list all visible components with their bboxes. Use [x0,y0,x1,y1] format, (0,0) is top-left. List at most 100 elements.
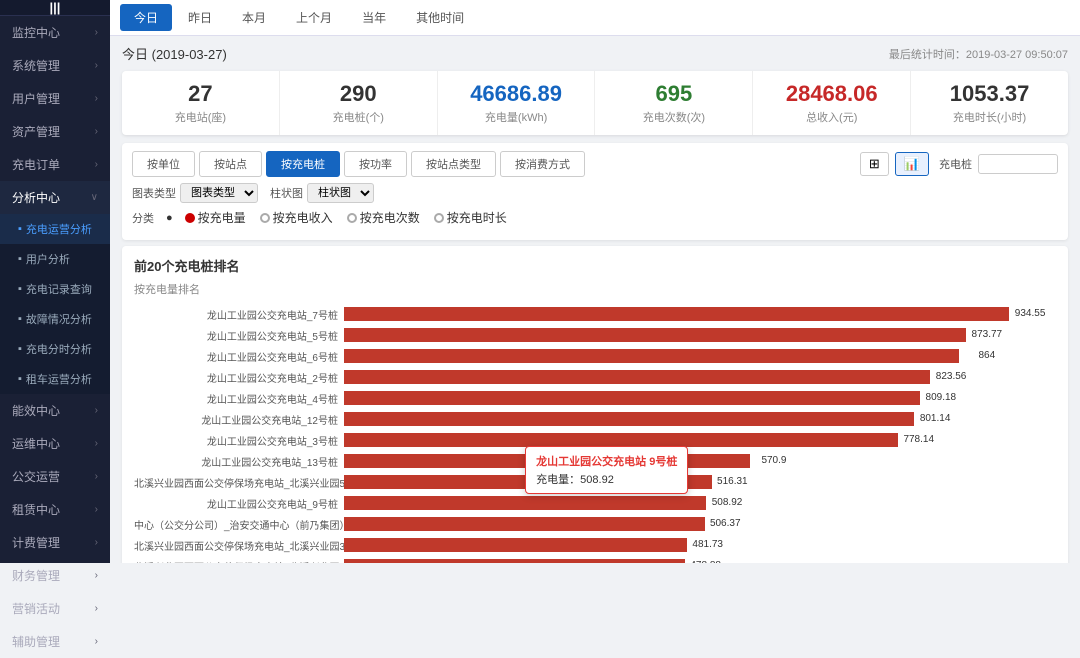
sidebar-item-label: 辅助管理 [12,633,60,650]
bar-row[interactable]: 龙山工业园公交充电站_7号桩934.55 [134,305,1056,323]
sidebar-item-rental[interactable]: 租赁中心 › [0,493,110,526]
sidebar-item-charge-analysis[interactable]: ▪ 充电运营分析 [0,214,110,244]
chevron-right-icon: › [95,636,98,647]
chevron-right-icon: › [95,405,98,416]
bar-label: 龙山工业园公交充电站_6号桩 [134,349,344,364]
radio-charge[interactable]: 按充电量 [185,209,246,226]
sidebar-item-label: 租赁中心 [12,501,60,518]
sub-item-icon: ▪ [18,343,22,355]
sidebar-item-finance[interactable]: 财务管理 › [0,559,110,592]
bar-area: 506.37 [344,517,1056,531]
bar-row[interactable]: 龙山工业园公交充电站_9号桩508.92龙山工业园公交充电站 9号桩充电量：50… [134,494,1056,512]
sidebar-item-marketing[interactable]: 营销活动 › [0,592,110,625]
chart-type-select[interactable]: 图表类型 柱状图 折线图 [180,183,258,203]
filter-rate-btn[interactable]: 按功率 [344,151,407,177]
bar-value-label: 506.37 [710,517,741,531]
sidebar-item-bus[interactable]: 公交运营 › [0,460,110,493]
sidebar-item-car-analysis[interactable]: ▪ 租车运营分析 [0,364,110,394]
sub-item-label: 充电分时分析 [26,341,92,357]
chevron-right-icon: › [95,93,98,104]
filter-right-actions: ⊞ 📊 充电桩 [860,152,1058,176]
bar-area: 570.9 [344,454,1056,468]
sidebar-item-fault-analysis[interactable]: ▪ 故障情况分析 [0,304,110,334]
filter-payment-btn[interactable]: 按消费方式 [500,151,585,177]
stat-duration: 1053.37 充电时长(小时) [911,71,1068,135]
stat-label-duration: 充电时长(小时) [925,109,1054,125]
bar-row[interactable]: 中心（公交分公司）_治安交通中心（前乃集团）2号桩506.37 [134,515,1056,533]
sub-item-icon: ▪ [18,253,22,265]
bar-value-label: 570.9 [761,454,786,468]
bar-label: 北溪兴业园西面公交停保场充电站_北溪兴业园4号桩 [134,559,344,563]
bar-area: 478.88 [344,559,1056,563]
page-title: 今日 (2019-03-27) [122,44,227,63]
bar-row[interactable]: 北溪兴业园西面公交停保场充电站_北溪兴业园4号桩478.88 [134,557,1056,563]
bar-fill: 570.9 [344,454,750,468]
bar-label: 龙山工业园公交充电站_13号桩 [134,454,344,469]
status-select[interactable]: 柱状图 折线图 [307,183,374,203]
table-view-btn[interactable]: ⊞ [860,152,889,176]
stat-label-piles: 充电桩(个) [294,109,423,125]
category-separator: ● [166,212,173,224]
tab-custom[interactable]: 其他时间 [402,4,478,31]
sub-item-icon: ▪ [18,313,22,325]
pile-search-input[interactable] [978,154,1058,174]
stat-label-kwh: 充电量(kWh) [452,109,581,125]
bar-row[interactable]: 北溪兴业园西面公交停保场充电站_北溪兴业园5号桩516.31 [134,473,1056,491]
tab-lastmonth[interactable]: 上个月 [282,4,346,31]
bar-value-label: 864 [978,349,995,363]
sidebar-item-user[interactable]: 用户管理 › [0,82,110,115]
bar-fill: 516.31 [344,475,712,489]
sidebar-item-analysis[interactable]: 分析中心 ∨ [0,181,110,214]
bar-row[interactable]: 龙山工业园公交充电站_4号桩809.18 [134,389,1056,407]
sidebar-item-charge-split[interactable]: ▪ 充电分时分析 [0,334,110,364]
sidebar-item-label: 能效中心 [12,402,60,419]
sidebar-item-auxiliary[interactable]: 辅助管理 › [0,625,110,658]
bar-row[interactable]: 龙山工业园公交充电站_5号桩873.77 [134,326,1056,344]
bar-row[interactable]: 龙山工业园公交充电站_2号桩823.56 [134,368,1056,386]
chevron-right-icon: › [95,471,98,482]
tab-year[interactable]: 当年 [348,4,400,31]
sidebar-item-asset[interactable]: 资产管理 › [0,115,110,148]
filter-unit-btn[interactable]: 按单位 [132,151,195,177]
bar-fill: 506.37 [344,517,705,531]
filter-station-btn[interactable]: 按站点 [199,151,262,177]
radio-income[interactable]: 按充电收入 [260,209,333,226]
bar-row[interactable]: 龙山工业园公交充电站_13号桩570.9 [134,452,1056,470]
chart-type-label: 图表类型 [132,185,176,201]
sidebar-item-user-analysis[interactable]: ▪ 用户分析 [0,244,110,274]
bar-row[interactable]: 龙山工业园公交充电站_6号桩 864 [134,347,1056,365]
bar-view-btn[interactable]: 📊 [895,152,929,176]
bar-value-label: 778.14 [903,433,934,447]
bar-chart-container: 龙山工业园公交充电站_7号桩934.55 龙山工业园公交充电站_5号桩873.77… [134,305,1056,563]
sidebar-item-label: 公交运营 [12,468,60,485]
chevron-right-icon: › [95,570,98,581]
category-label: 分类 [132,210,154,226]
sidebar-item-charge-record[interactable]: ▪ 充电记录查询 [0,274,110,304]
chart-section: 前20个充电桩排名 按充电量排名 龙山工业园公交充电站_7号桩934.55龙山工… [122,246,1068,563]
sidebar-item-energy[interactable]: 能效中心 › [0,394,110,427]
bar-fill: 481.73 [344,538,687,552]
bar-fill: 778.14 [344,433,898,447]
sidebar-item-operation[interactable]: 运维中心 › [0,427,110,460]
bar-row[interactable]: 北溪兴业园西面公交停保场充电站_北溪兴业园3号桩481.73 [134,536,1056,554]
sidebar-item-system[interactable]: 系统管理 › [0,49,110,82]
stat-value-income: 28468.06 [767,81,896,107]
sidebar-item-order[interactable]: 充电订单 › [0,148,110,181]
bar-row[interactable]: 龙山工业园公交充电站_3号桩778.14 [134,431,1056,449]
sidebar-item-billing[interactable]: 计费管理 › [0,526,110,559]
sidebar-item-label: 分析中心 [12,189,60,206]
tab-month[interactable]: 本月 [228,4,280,31]
filter-pile-btn[interactable]: 按充电桩 [266,151,340,177]
tab-yesterday[interactable]: 昨日 [174,4,226,31]
tab-today[interactable]: 今日 [120,4,172,31]
radio-dot-duration [434,213,444,223]
sidebar-item-monitor[interactable]: 监控中心 › [0,16,110,49]
chart-subtitle: 按充电量排名 [134,281,1056,297]
bar-label: 龙山工业园公交充电站_4号桩 [134,391,344,406]
radio-count[interactable]: 按充电次数 [347,209,420,226]
filter-stationtype-btn[interactable]: 按站点类型 [411,151,496,177]
radio-duration[interactable]: 按充电时长 [434,209,507,226]
chevron-right-icon: › [95,159,98,170]
bar-label: 北溪兴业园西面公交停保场充电站_北溪兴业园3号桩 [134,538,344,553]
bar-row[interactable]: 龙山工业园公交充电站_12号桩801.14 [134,410,1056,428]
